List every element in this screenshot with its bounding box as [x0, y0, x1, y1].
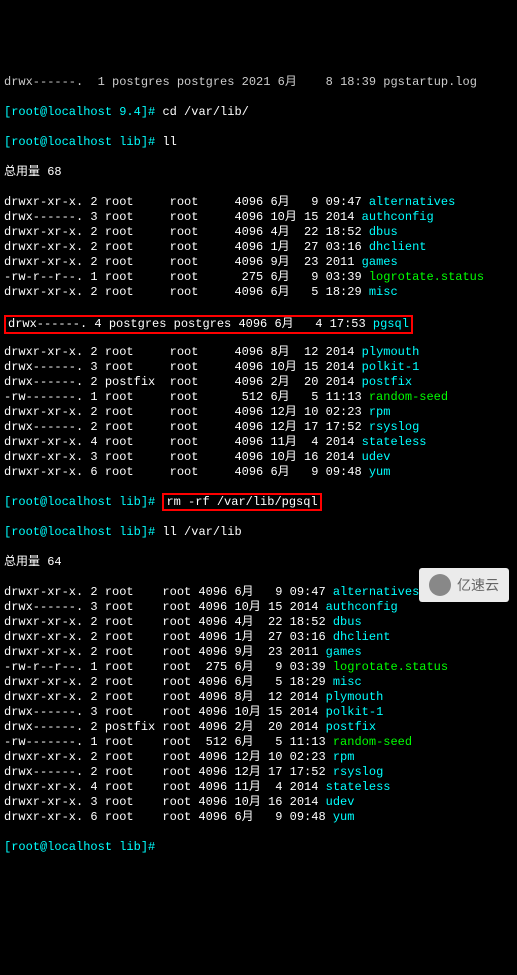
file-row: drwx------. 2 postfix root 4096 2月 20 20…	[4, 720, 513, 735]
file-name: rsyslog	[333, 765, 383, 779]
file-name: dhclient	[333, 630, 391, 644]
file-row: drwx------. 2 root root 4096 12月 17 17:5…	[4, 765, 513, 780]
file-row: drwxr-xr-x. 6 root root 4096 6月 9 09:48 …	[4, 810, 513, 825]
file-row: drwx------. 3 root root 4096 10月 15 2014…	[4, 600, 513, 615]
file-name: logrotate.status	[333, 660, 448, 674]
file-name: games	[326, 645, 362, 659]
file-row: -rw-------. 1 root root 512 6月 5 11:13 r…	[4, 390, 513, 405]
file-name: polkit-1	[362, 360, 420, 374]
file-name: udev	[362, 450, 391, 464]
file-name: dbus	[333, 615, 362, 629]
file-name: rpm	[369, 405, 391, 419]
file-row: drwxr-xr-x. 2 root root 4096 9月 23 2011 …	[4, 645, 513, 660]
prompt: [root@localhost lib]#	[4, 495, 155, 509]
file-name: alternatives	[369, 195, 455, 209]
file-name: plymouth	[362, 345, 420, 359]
prompt: [root@localhost lib]#	[4, 525, 155, 539]
file-row: drwxr-xr-x. 2 root root 4096 8月 12 2014 …	[4, 345, 513, 360]
file-name: udev	[326, 795, 355, 809]
partial-line: drwx------. 1 postgres postgres 2021 6月 …	[4, 75, 477, 89]
file-row: drwxr-xr-x. 2 root root 4096 4月 22 18:52…	[4, 615, 513, 630]
file-name: plymouth	[326, 690, 384, 704]
file-row: drwx------. 2 root root 4096 12月 17 17:5…	[4, 420, 513, 435]
file-row: drwxr-xr-x. 2 root root 4096 6月 5 18:29 …	[4, 285, 513, 300]
file-row: drwxr-xr-x. 2 root root 4096 1月 27 03:16…	[4, 630, 513, 645]
file-row: drwxr-xr-x. 6 root root 4096 6月 9 09:48 …	[4, 465, 513, 480]
prompt: [root@localhost lib]#	[4, 840, 155, 854]
file-name: alternatives	[333, 585, 419, 599]
file-name: random-seed	[369, 390, 448, 404]
file-row: drwxr-xr-x. 2 root root 4096 1月 27 03:16…	[4, 240, 513, 255]
prompt: [root@localhost lib]#	[4, 135, 155, 149]
file-row: drwx------. 3 root root 4096 10月 15 2014…	[4, 210, 513, 225]
file-row: drwxr-xr-x. 4 root root 4096 11月 4 2014 …	[4, 780, 513, 795]
file-name: yum	[369, 465, 391, 479]
file-name: dhclient	[369, 240, 427, 254]
watermark: 亿速云	[419, 568, 509, 602]
file-row: drwxr-xr-x. 2 root root 4096 9月 23 2011 …	[4, 255, 513, 270]
file-name: misc	[369, 285, 398, 299]
file-name: games	[362, 255, 398, 269]
file-name: stateless	[326, 780, 391, 794]
file-name: logrotate.status	[369, 270, 484, 284]
file-row: drwx------. 2 postfix root 4096 2月 20 20…	[4, 375, 513, 390]
file-name: postfix	[362, 375, 412, 389]
file-row: -rw-------. 1 root root 512 6月 5 11:13 r…	[4, 735, 513, 750]
file-row: drwxr-xr-x. 2 root root 4096 12月 10 02:2…	[4, 405, 513, 420]
file-row: drwxr-xr-x. 2 root root 4096 6月 5 18:29 …	[4, 675, 513, 690]
file-name: misc	[333, 675, 362, 689]
file-row: drwxr-xr-x. 2 root root 4096 6月 9 09:47 …	[4, 195, 513, 210]
prompt: [root@localhost 9.4]#	[4, 105, 155, 119]
file-name: dbus	[369, 225, 398, 239]
file-name: authconfig	[326, 600, 398, 614]
file-name: rsyslog	[369, 420, 419, 434]
file-name: postfix	[326, 720, 376, 734]
file-row: -rw-r--r--. 1 root root 275 6月 9 03:39 l…	[4, 270, 513, 285]
file-row: drwxr-xr-x. 3 root root 4096 10月 16 2014…	[4, 795, 513, 810]
file-row: -rw-r--r--. 1 root root 275 6月 9 03:39 l…	[4, 660, 513, 675]
watermark-icon	[429, 574, 451, 596]
file-name: random-seed	[333, 735, 412, 749]
file-row: drwx------. 3 root root 4096 10月 15 2014…	[4, 705, 513, 720]
file-name: yum	[333, 810, 355, 824]
file-row: drwxr-xr-x. 2 root root 4096 12月 10 02:2…	[4, 750, 513, 765]
file-name: authconfig	[362, 210, 434, 224]
file-row: drwxr-xr-x. 3 root root 4096 10月 16 2014…	[4, 450, 513, 465]
file-name: stateless	[362, 435, 427, 449]
total-line: 总用量 68	[4, 165, 513, 180]
file-row: drwx------. 3 root root 4096 10月 15 2014…	[4, 360, 513, 375]
highlighted-rm-cmd: rm -rf /var/lib/pgsql	[162, 493, 321, 511]
file-row: drwxr-xr-x. 4 root root 4096 11月 4 2014 …	[4, 435, 513, 450]
watermark-text: 亿速云	[457, 578, 499, 593]
file-name: rpm	[333, 750, 355, 764]
file-row: drwxr-xr-x. 2 root root 4096 4月 22 18:52…	[4, 225, 513, 240]
terminal[interactable]: drwx------. 1 postgres postgres 2021 6月 …	[0, 60, 517, 870]
cmd-ll2: ll /var/lib	[162, 525, 241, 539]
cursor[interactable]	[155, 840, 162, 854]
highlighted-pgsql-row: drwx------. 4 postgres postgres 4096 6月 …	[4, 315, 413, 334]
file-row: drwxr-xr-x. 2 root root 4096 8月 12 2014 …	[4, 690, 513, 705]
file-name: polkit-1	[326, 705, 384, 719]
cmd-ll: ll	[162, 135, 176, 149]
